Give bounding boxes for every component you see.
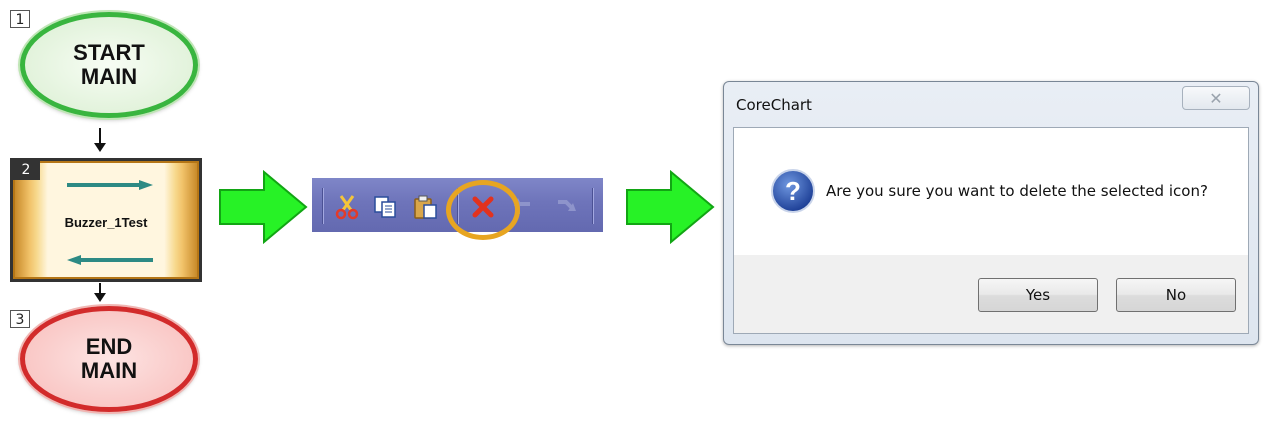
confirm-dialog: CoreChart ✕ ? Are you sure you want to d… (723, 81, 1259, 345)
macro-label: Buzzer_1Test (64, 215, 148, 230)
toolbar-separator (322, 188, 323, 224)
step-number-2: 2 (12, 160, 40, 180)
green-arrow-icon (626, 170, 715, 244)
redo-icon[interactable] (552, 194, 580, 220)
dialog-title: CoreChart (736, 96, 812, 114)
connector-arrowhead-1 (94, 143, 106, 152)
toolbar-separator (592, 188, 593, 224)
question-icon: ? (771, 169, 815, 213)
macro-block[interactable]: 2 Buzzer_1Test (10, 158, 202, 282)
dialog-body: ? Are you sure you want to delete the se… (733, 127, 1249, 334)
yes-button[interactable]: Yes (978, 278, 1098, 312)
end-main-oval[interactable]: END MAIN (20, 306, 198, 412)
dialog-footer: Yes No (734, 255, 1248, 333)
step-number-3: 3 (10, 310, 30, 328)
connector-arrowhead-2 (94, 293, 106, 302)
left-arrow-icon (67, 255, 153, 265)
right-arrow-icon (67, 180, 153, 190)
end-main-label: END MAIN (80, 334, 138, 383)
copy-icon[interactable] (372, 194, 400, 220)
step-number-1: 1 (10, 10, 30, 28)
cut-icon[interactable] (333, 194, 361, 220)
dialog-close-button[interactable]: ✕ (1182, 86, 1250, 110)
svg-text:?: ? (785, 176, 801, 206)
connector-line-1 (99, 128, 101, 144)
dialog-message: Are you sure you want to delete the sele… (826, 182, 1208, 200)
no-button[interactable]: No (1116, 278, 1236, 312)
green-arrow-icon (219, 170, 308, 244)
delete-highlight-ring (446, 180, 520, 240)
paste-icon[interactable] (412, 194, 440, 220)
start-main-label: START MAIN (73, 40, 145, 89)
close-icon: ✕ (1209, 88, 1223, 108)
start-main-oval[interactable]: START MAIN (20, 12, 198, 118)
